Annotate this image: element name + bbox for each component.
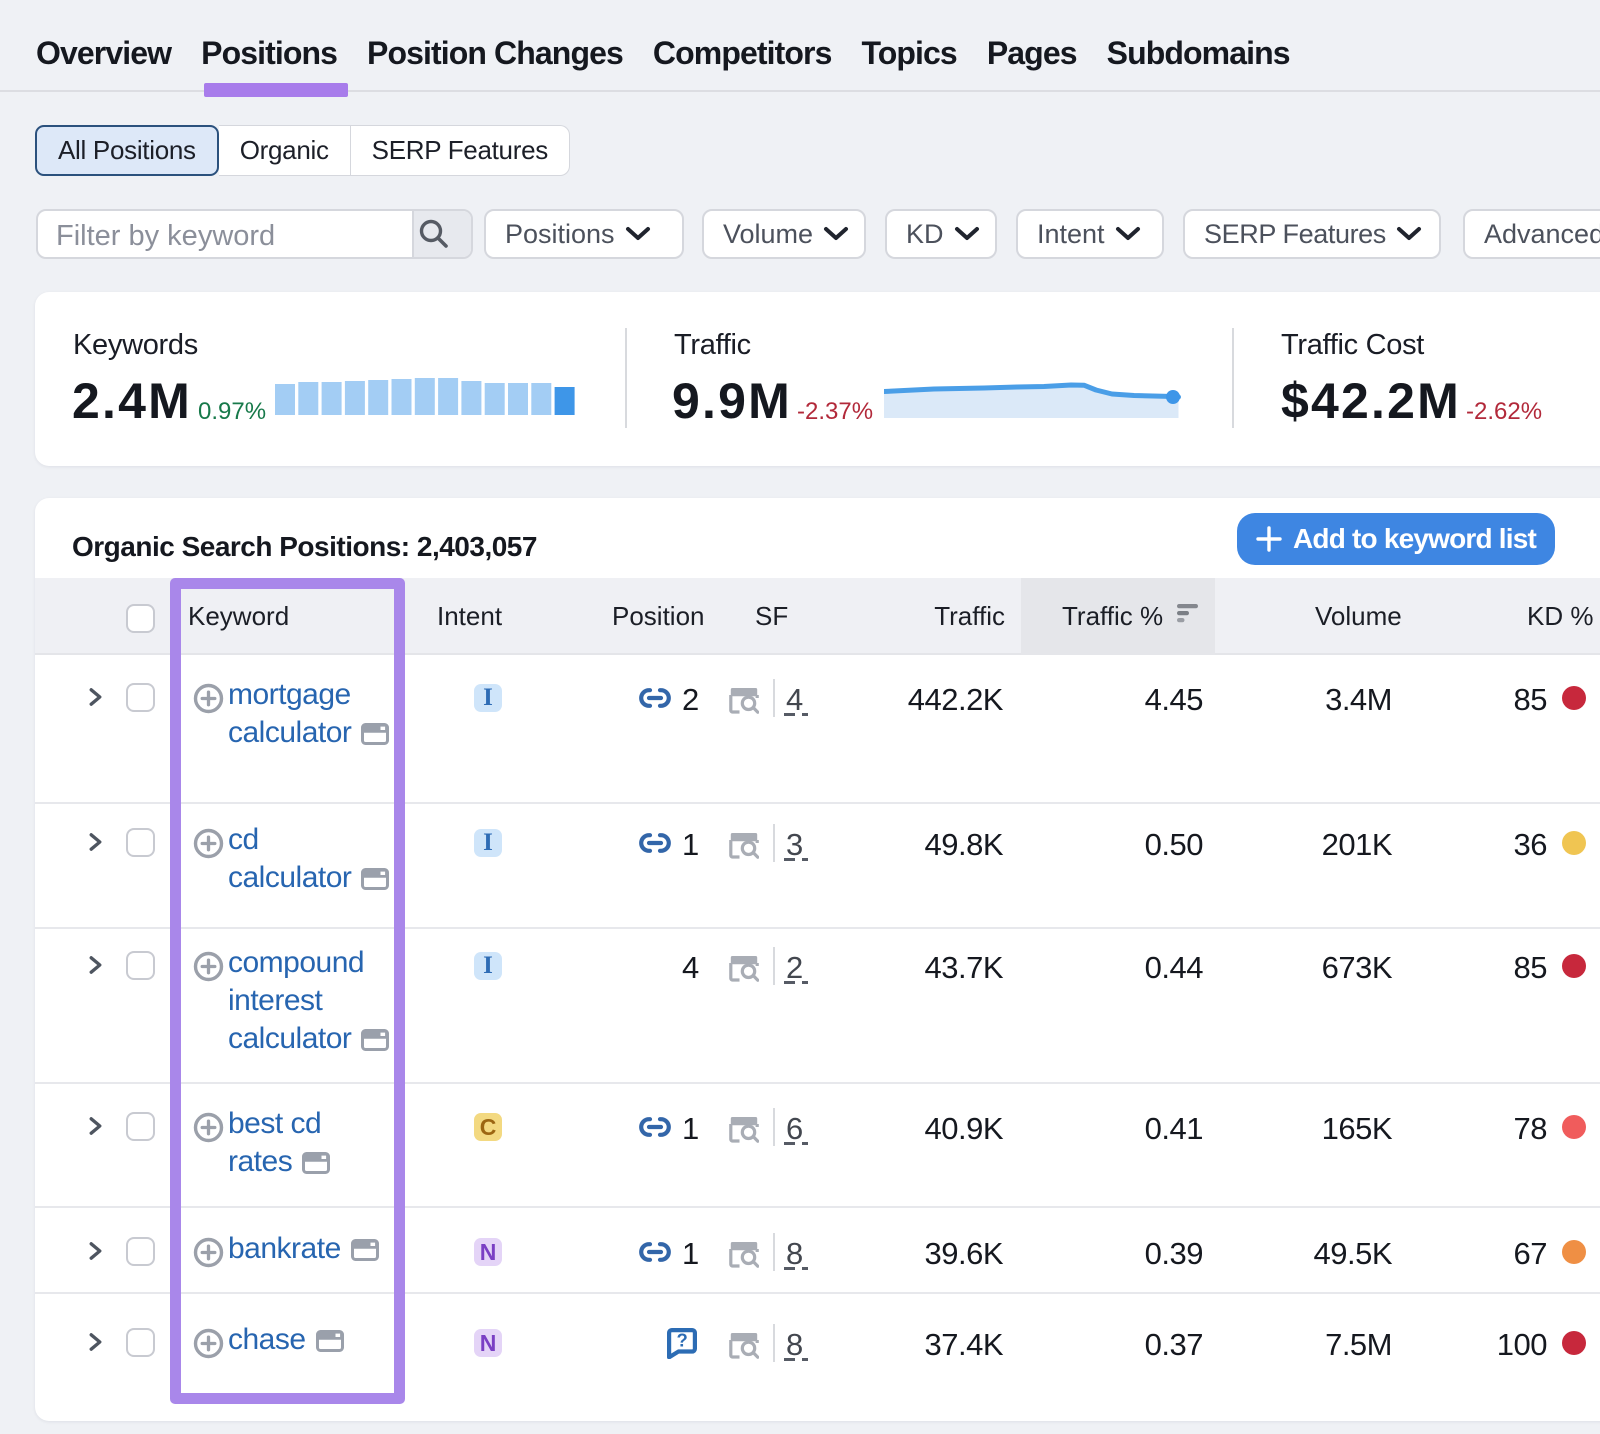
svg-text:?: ?	[677, 1329, 688, 1350]
